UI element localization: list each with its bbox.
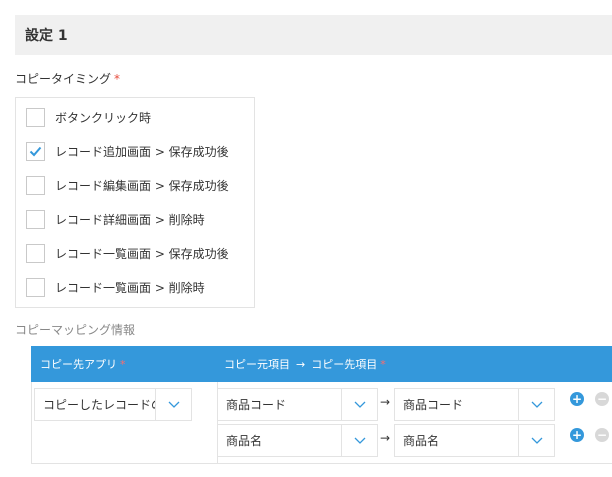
mapping-arrow: →: [380, 431, 391, 445]
header-dest-app-text: コピー先アプリ: [40, 358, 117, 371]
header-arrow: →: [296, 357, 306, 371]
checkbox[interactable]: [26, 243, 45, 263]
header-dest-app: コピー先アプリ *: [40, 346, 126, 382]
section-title-text: 設定 1: [25, 28, 68, 44]
required-mark: *: [380, 357, 386, 371]
remove-row-button[interactable]: −: [595, 428, 609, 442]
required-mark: *: [114, 72, 121, 86]
header-dest-field-text: コピー先項目: [311, 358, 378, 371]
dest-app-select-value: コピーしたレコードの: [43, 398, 155, 412]
copy-timing-checkbox-group: ボタンクリック時 レコード追加画面 > 保存成功後 レコード編集画面 > 保存成…: [15, 97, 255, 308]
required-mark: *: [120, 357, 126, 371]
checkbox[interactable]: [26, 175, 45, 195]
timing-option-button-click[interactable]: ボタンクリック時: [26, 106, 151, 128]
chevron-down-icon[interactable]: [155, 389, 191, 420]
timing-option-label: レコード追加画面 > 保存成功後: [55, 144, 229, 159]
add-row-button[interactable]: +: [570, 392, 584, 406]
timing-option-record-add[interactable]: レコード追加画面 > 保存成功後: [26, 140, 229, 162]
checkbox[interactable]: [26, 277, 45, 297]
checkmark-icon: [29, 146, 42, 156]
timing-option-record-list-save[interactable]: レコード一覧画面 > 保存成功後: [26, 242, 229, 264]
dest-app-select[interactable]: コピーしたレコードの: [34, 388, 192, 421]
source-field-value: 商品コード: [226, 398, 287, 412]
chevron-down-icon[interactable]: [518, 389, 554, 420]
timing-option-label: レコード詳細画面 > 削除時: [55, 212, 205, 227]
target-field-select[interactable]: 商品コード: [394, 388, 555, 421]
timing-option-label: レコード編集画面 > 保存成功後: [55, 178, 229, 193]
checkbox[interactable]: [26, 107, 45, 127]
checkbox-checked[interactable]: [26, 141, 45, 161]
source-field-select[interactable]: 商品名: [217, 424, 378, 457]
chevron-down-icon[interactable]: [341, 425, 377, 456]
timing-option-label: ボタンクリック時: [55, 110, 152, 125]
timing-option-record-list-delete[interactable]: レコード一覧画面 > 削除時: [26, 276, 205, 298]
source-field-value: 商品名: [226, 434, 263, 448]
copy-timing-label-text: コピータイミング: [15, 72, 112, 86]
timing-option-record-detail-delete[interactable]: レコード詳細画面 > 削除時: [26, 208, 205, 230]
source-field-select[interactable]: 商品コード: [217, 388, 378, 421]
chevron-down-icon[interactable]: [518, 425, 554, 456]
copy-mapping-label: コピーマッピング情報: [15, 323, 136, 337]
header-src-field-text: コピー元項目: [224, 358, 290, 371]
mapping-arrow: →: [380, 395, 391, 409]
timing-option-record-edit[interactable]: レコード編集画面 > 保存成功後: [26, 174, 229, 196]
chevron-down-icon[interactable]: [341, 389, 377, 420]
remove-row-button[interactable]: −: [595, 392, 609, 406]
copy-timing-label: コピータイミング *: [15, 70, 120, 87]
mapping-table-header: コピー先アプリ * コピー元項目 → コピー先項目 *: [31, 346, 612, 382]
target-field-value: 商品コード: [403, 398, 464, 412]
timing-option-label: レコード一覧画面 > 削除時: [55, 280, 205, 295]
timing-option-label: レコード一覧画面 > 保存成功後: [55, 246, 229, 261]
header-field-mapping: コピー元項目 → コピー先項目 *: [224, 346, 386, 382]
target-field-value: 商品名: [403, 434, 440, 448]
checkbox[interactable]: [26, 209, 45, 229]
add-row-button[interactable]: +: [570, 428, 584, 442]
section-title: 設定 1: [15, 15, 612, 55]
target-field-select[interactable]: 商品名: [394, 424, 555, 457]
